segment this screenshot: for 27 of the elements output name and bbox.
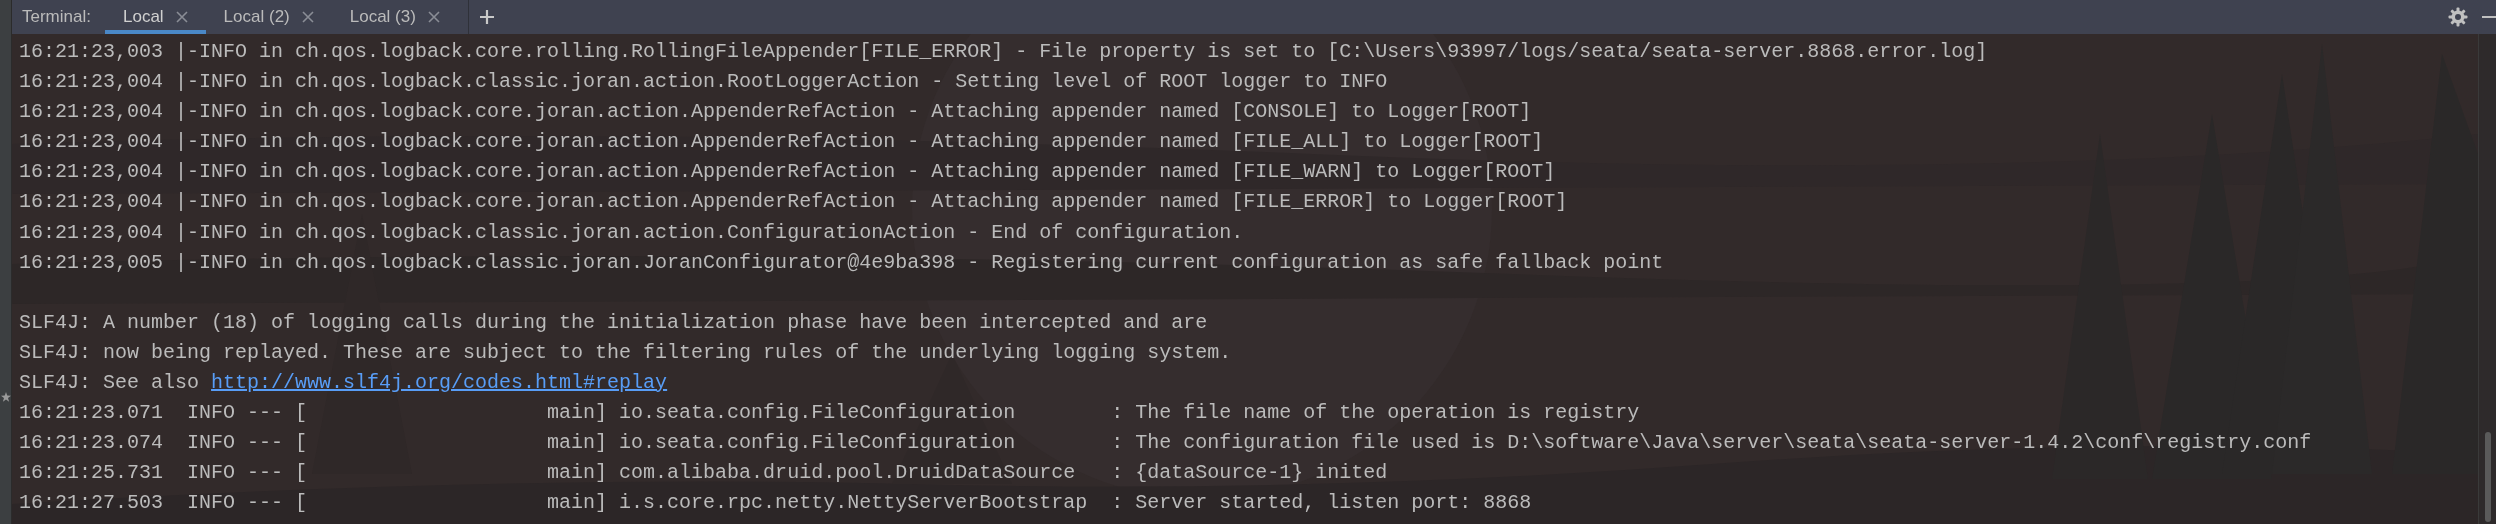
log-line: SLF4J: A number (18) of logging calls during the initialization phase have been intercepted and are (19, 310, 1208, 334)
tool-window-title: Terminal: (22, 6, 92, 29)
terminal-tab[interactable]: Local (3) (331, 0, 458, 34)
close-icon[interactable] (175, 11, 188, 23)
settings-icon[interactable] (2448, 7, 2468, 27)
log-line: 16:21:23,003 |-INFO in ch.qos.logback.core.rolling.RollingFileAppender[FILE_ERROR] - File property is set to [C:\Users\93997/logs/seata/seata-server.8868.error.log] (19, 40, 1988, 63)
log-line: 16:21:23,004 |-INFO in ch.qos.logback.core.joran.action.AppenderRefAction - Attaching appender named [FILE_WARN] to Logger[ROOT] (19, 160, 1556, 184)
close-icon[interactable] (427, 11, 440, 23)
log-line: 16:21:23,004 |-INFO in ch.qos.logback.core.joran.action.AppenderRefAction - Attaching appender named [CONSOLE] to Logger[ROOT] (19, 100, 1532, 124)
scroll-thumb[interactable] (2484, 432, 2491, 522)
log-line: 16:21:23,004 |-INFO in ch.qos.logback.classic.joran.action.RootLoggerAction - Setting level of ROOT logger to INFO (19, 70, 1388, 94)
log-line: 16:21:23.074 INFO --- [ main] io.seata.config.FileConfiguration : The configuration file used is D:\software\Java\server\seata\seata-server-1.4.2\conf\registry.conf (19, 431, 2312, 455)
log-line: 16:21:23,004 |-INFO in ch.qos.logback.core.joran.action.AppenderRefAction - Attaching appender named [FILE_ALL] to Logger[ROOT] (19, 130, 1544, 154)
close-icon[interactable] (301, 11, 314, 23)
minimize-icon[interactable] (2482, 15, 2496, 19)
url-link[interactable]: http://www.slf4j.org/codes.html#replay (211, 371, 668, 395)
log-line: SLF4J: See also (19, 371, 200, 395)
star-icon[interactable] (0, 392, 11, 402)
log-line: 16:21:23,005 |-INFO in ch.qos.logback.classic.joran.JoranConfigurator@4e9ba398 - Registering current configuration as safe fallback point (19, 250, 1664, 274)
log-line: 16:21:23,004 |-INFO in ch.qos.logback.core.joran.action.AppenderRefAction - Attaching appender named [FILE_ERROR] to Logger[ROOT] (19, 190, 1568, 214)
add-icon[interactable] (478, 9, 495, 25)
log-line: SLF4J: now being replayed. These are subject to the filtering rules of the underlying logging system. (19, 340, 1232, 364)
log-line: 16:21:23.071 INFO --- [ main] io.seata.config.FileConfiguration : The file name of the operation is registry (19, 401, 1640, 425)
log-line: 16:21:23,004 |-INFO in ch.qos.logback.classic.joran.action.ConfigurationAction - End of configuration. (19, 220, 1244, 244)
terminal-tab[interactable]: Local (2) (205, 0, 332, 34)
log-line: 16:21:27.503 INFO --- [ main] i.s.core.rpc.netty.NettyServerBootstrap : Server started, listen port: 8868 (19, 491, 1532, 515)
log-line: 16:21:25.731 INFO --- [ main] com.alibaba.druid.pool.DruidDataSource : {dataSource-1} inited (19, 461, 1388, 485)
